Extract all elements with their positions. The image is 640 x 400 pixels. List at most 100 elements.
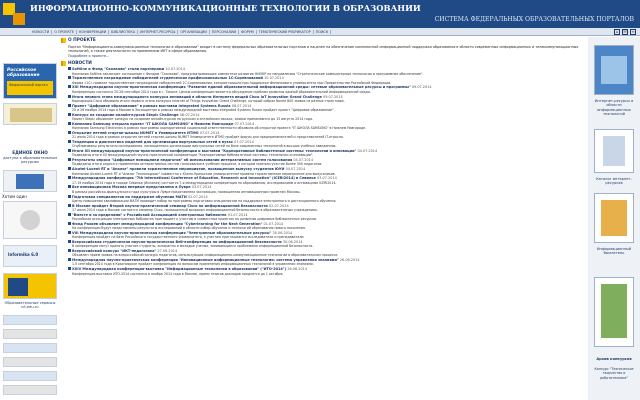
mail-icon[interactable]: ✉	[622, 29, 628, 35]
news-title: НОВОСТИ	[68, 61, 92, 67]
book-banner[interactable]	[594, 277, 634, 347]
site-logo[interactable]	[3, 3, 25, 25]
right-caption-resources[interactable]: Интернет-ресурсы в области информационны…	[589, 99, 639, 117]
site-subtitle: СИСТЕМА ФЕДЕРАЛЬНЫХ ОБРАЗОВАТЕЛЬНЫХ ПОРТ…	[434, 16, 634, 23]
russian-education-banner[interactable]: Российское образование Федеральный порта…	[3, 63, 57, 99]
single-window-text: доступа к образовательным ресурсам	[3, 156, 57, 165]
news-title-text[interactable]: Alcatel-Lucent RT и "Аналог" провели тор…	[72, 167, 284, 171]
ict-caption: Образовательные сервисы ict.edu.ru	[4, 301, 56, 310]
news-item: Подготовка специалистов по поддержке обу…	[68, 194, 586, 204]
news-title-text[interactable]: Softline и Фонд "Сколково" стали партнер…	[72, 67, 164, 71]
counter-banner[interactable]: Informika 6.0	[3, 245, 57, 267]
small-banner-3[interactable]	[3, 343, 57, 353]
news-date: 10.07.2014	[264, 76, 284, 81]
news-title-text[interactable]: Торжественное награждение победителей ст…	[72, 76, 263, 80]
news-title-text[interactable]: XIII Международная научно-практическая к…	[72, 85, 411, 89]
bullet-icon	[68, 221, 71, 225]
news-summary: Подведены итоги опроса о применении инте…	[72, 162, 323, 167]
bullet-icon	[68, 139, 71, 143]
news-heading: НОВОСТИ	[60, 60, 588, 67]
site-header: ИНФОРМАЦИОННО-КОММУНИКАЦИОННЫЕ ТЕХНОЛОГИ…	[0, 0, 640, 28]
small-banner-5[interactable]	[3, 371, 57, 381]
right-caption-bulletin[interactable]: Информационный бюллетень	[589, 247, 639, 256]
news-item: XIII Международная научно-практическая к…	[68, 85, 586, 94]
news-summary: Компания Samsung Electronics в рамках пр…	[72, 126, 367, 131]
bullet-icon	[68, 76, 71, 80]
about-more-link[interactable]: Подробнее о проекте...	[68, 54, 109, 58]
small-banner-2[interactable]	[3, 329, 57, 339]
nav-item[interactable]: ТЕМАТИЧЕСКИЙ РУБРИКАТОР	[257, 30, 314, 34]
news-summary: 17 июля 2014 года в Москве состоится сем…	[72, 207, 318, 212]
news-title-text[interactable]: Проект "Цифровое образование" в рамках в…	[72, 104, 231, 108]
promo-banner[interactable]	[3, 201, 57, 239]
news-summary: Конференция пройдет на базе Российского …	[72, 235, 305, 240]
news-summary: Компании Alcatel-Lucent RT и "Аналог Тех…	[72, 171, 336, 176]
archive-text[interactable]: Конкурс "Техническое творчество и робото…	[589, 367, 639, 380]
news-date: 03.07.2014	[191, 185, 212, 190]
bullet-icon	[68, 249, 71, 253]
small-banner-6[interactable]	[3, 385, 57, 395]
news-title-text[interactable]: Итоги первого этапа международного конку…	[72, 95, 322, 99]
bullet-icon	[68, 149, 71, 153]
bullet-icon	[68, 194, 71, 198]
news-date: 03.07.2014	[317, 176, 337, 181]
ict-logo-banner[interactable]	[3, 273, 57, 299]
bullet-icon	[68, 158, 71, 162]
news-summary: Опубликованы результаты исследования, по…	[72, 144, 337, 149]
news-title-text[interactable]: Все инновационная Москва впервые предста…	[72, 185, 191, 189]
news-summary: Подведены итоги XII международной научно…	[72, 153, 314, 158]
bulletin-banner[interactable]	[594, 193, 634, 243]
nav-item[interactable]: ОРГАНИЗАЦИИ	[178, 30, 210, 34]
resources-banner[interactable]	[594, 45, 634, 95]
nav-item[interactable]: БИБЛИОТЕКА	[109, 30, 139, 34]
right-caption-catalog[interactable]: Каталог интернет-ресурсов	[589, 177, 639, 186]
bullet-icon	[68, 240, 71, 243]
want-label: Хотим один	[2, 194, 27, 199]
news-summary: 25 и 26 ноября 2014 года в Москве в Эксп…	[72, 107, 335, 112]
about-title: О ПРОЕКТЕ	[68, 38, 96, 43]
news-summary: Корпорация Cisco объявила итоги первого …	[72, 98, 345, 103]
news-summary: 21 июля 2014 года в рамках открытия летн…	[72, 135, 344, 140]
nav-item[interactable]: ПЕРСОНАЛИИ	[210, 30, 240, 34]
news-item: В Москве пройдет Второй научно-практичес…	[68, 203, 586, 213]
news-item: Открытие летней стартап-школы NUMET в Ун…	[68, 130, 586, 140]
nav-item[interactable]: ИНТЕРНЕТ-РЕСУРСЫ	[138, 30, 179, 34]
nav-item[interactable]: ПОИСК	[314, 30, 332, 34]
news-summary: Центр повышения квалификации МАТИ провод…	[72, 198, 337, 203]
news-date: 04.07.2014	[285, 167, 306, 172]
counter-label: Informika 6.0	[8, 252, 39, 257]
news-item: Международная конференция "7th Internati…	[68, 176, 586, 185]
bullet-icon	[68, 230, 71, 234]
news-item: Компания Samsung открыла проект "IT ШКОЛ…	[68, 121, 586, 131]
bullet-icon	[68, 176, 71, 180]
news-title-text[interactable]: XXIV Международная конференция-выставка …	[72, 267, 286, 271]
archive-title[interactable]: Архив конкурсов	[589, 357, 639, 361]
catalog-banner[interactable]	[594, 129, 634, 173]
news-title-text[interactable]: Подготовка специалистов по поддержке обу…	[72, 195, 187, 199]
map-icon[interactable]: ≡	[630, 29, 636, 35]
home-icon[interactable]: ⌂	[614, 29, 620, 35]
single-window-banner[interactable]	[3, 170, 57, 192]
about-heading: О ПРОЕКТЕ	[60, 37, 588, 44]
news-item: Итоги XII международной научно-практичес…	[68, 149, 586, 158]
news-item: Все инновационная Москва впервые предста…	[68, 185, 586, 194]
nav-item[interactable]: О ПРОЕКТЕ	[52, 30, 77, 34]
single-window-title[interactable]: ЕДИНОЕ ОКНО	[2, 150, 58, 155]
bullet-icon	[68, 267, 71, 271]
section-marker-icon	[61, 61, 66, 67]
portal-banner[interactable]	[3, 103, 57, 125]
nav-item[interactable]: ФОРУМ	[239, 30, 257, 34]
news-item: Фонд Рахиев объявляет международной конф…	[68, 221, 586, 231]
small-banner-1[interactable]	[3, 315, 57, 325]
main-nav: НОВОСТИ О ПРОЕКТЕ КОНФЕРЕНЦИИ БИБЛИОТЕКА ИНТ…	[0, 28, 640, 36]
news-summary: Конференция-выставка ИТО-2014 состоится …	[72, 271, 284, 276]
bullet-icon	[68, 258, 71, 262]
nav-item[interactable]: НОВОСТИ	[30, 30, 53, 34]
news-title-text[interactable]: Международная конференция "7th Internati…	[72, 176, 316, 180]
banner-subtitle: Федеральный портал	[9, 83, 48, 87]
nav-item[interactable]: КОНФЕРЕНЦИИ	[77, 30, 110, 34]
news-date: 04.07.2014	[357, 149, 378, 154]
small-banner-4[interactable]	[3, 357, 57, 367]
news-item: Тенденции и диагностика моделей для орга…	[68, 139, 586, 149]
site-title[interactable]: ИНФОРМАЦИОННО-КОММУНИКАЦИОННЫЕ ТЕХНОЛОГИ…	[30, 3, 421, 13]
